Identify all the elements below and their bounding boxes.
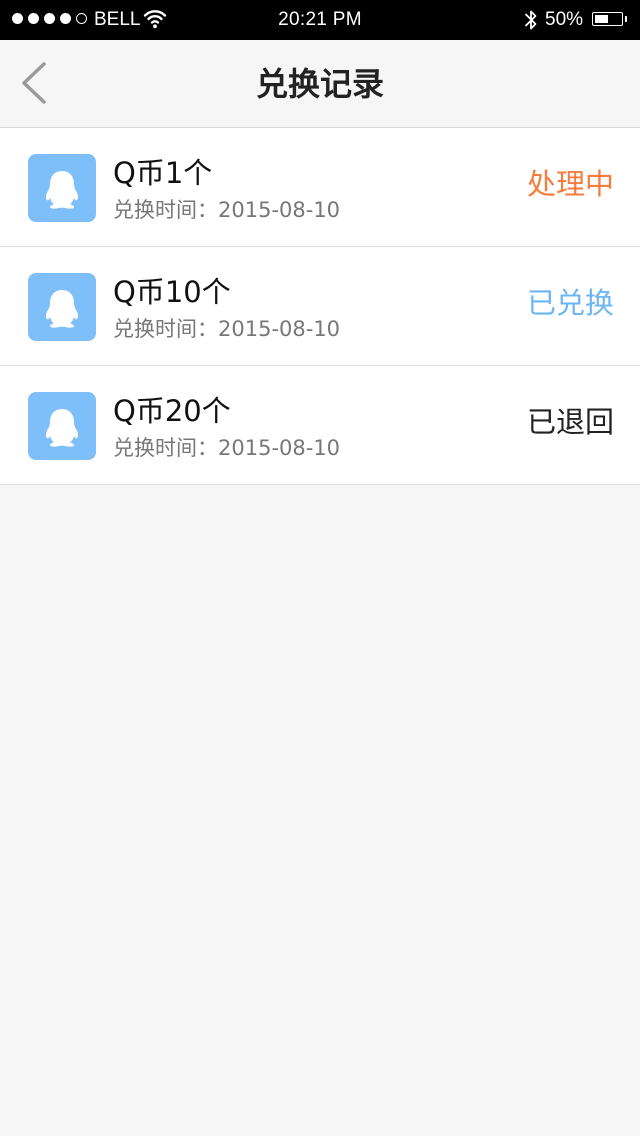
exchange-record-list: Q币1个 兑换时间：2015-08-10 处理中 Q币10个 兑换时间：2015… xyxy=(0,128,640,485)
item-title: Q币10个 xyxy=(113,275,231,309)
battery-percentage: 50% xyxy=(545,9,584,30)
list-item[interactable]: Q币10个 兑换时间：2015-08-10 已兑换 xyxy=(0,247,640,366)
battery-icon xyxy=(592,12,627,26)
status-bar: BELL 20:21 PM 50% xyxy=(0,0,640,40)
qq-penguin-icon xyxy=(28,273,96,341)
qq-penguin-icon xyxy=(28,154,96,222)
status-label: 处理中 xyxy=(526,167,614,201)
battery-level xyxy=(594,14,608,23)
bluetooth-icon xyxy=(524,8,538,38)
list-item[interactable]: Q币20个 兑换时间：2015-08-10 已退回 xyxy=(0,366,640,485)
page-title: 兑换记录 xyxy=(255,65,384,103)
exchange-time: 兑换时间：2015-08-10 xyxy=(113,198,341,222)
item-title: Q币20个 xyxy=(113,394,231,428)
qq-penguin-icon xyxy=(28,392,96,460)
navigation-bar: 兑换记录 xyxy=(0,40,640,128)
status-label: 已兑换 xyxy=(526,286,614,320)
item-title: Q币1个 xyxy=(113,156,213,190)
exchange-time: 兑换时间：2015-08-10 xyxy=(113,317,341,341)
exchange-time: 兑换时间：2015-08-10 xyxy=(113,436,341,460)
list-item[interactable]: Q币1个 兑换时间：2015-08-10 处理中 xyxy=(0,128,640,247)
clock: 20:21 PM xyxy=(278,9,362,30)
status-label: 已退回 xyxy=(526,405,614,439)
